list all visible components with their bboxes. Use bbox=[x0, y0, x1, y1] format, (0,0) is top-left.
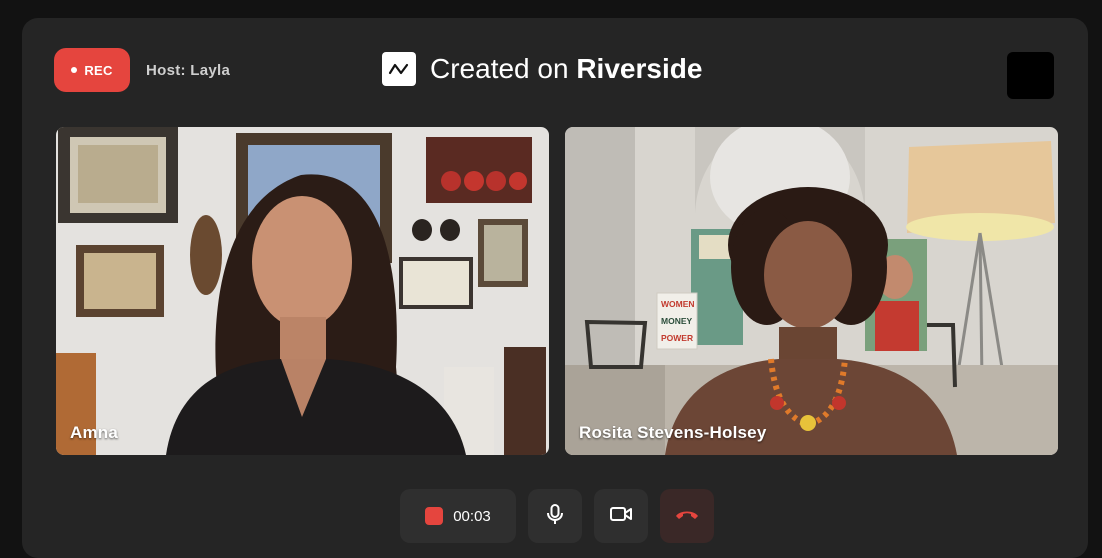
video-feed-amna bbox=[56, 127, 549, 455]
riverside-logo-icon bbox=[382, 52, 416, 86]
video-camera-icon bbox=[609, 505, 633, 528]
participant-name: Rosita Stevens-Holsey bbox=[579, 423, 767, 442]
brand-prefix: Created on bbox=[430, 53, 577, 84]
layout-toggle-button[interactable] bbox=[1007, 52, 1054, 99]
microphone-icon bbox=[545, 503, 565, 530]
record-dot-icon bbox=[71, 67, 78, 73]
brand-watermark: Created on Riverside bbox=[382, 52, 702, 86]
recording-timer-button[interactable]: 00:03 bbox=[400, 489, 516, 543]
video-tile-rosita[interactable]: WOMEN MONEY POWER Rosita Stevens-Holsey bbox=[565, 127, 1058, 455]
recording-badge: REC bbox=[54, 48, 130, 92]
host-label: Host: Layla bbox=[146, 62, 231, 79]
book-title-line: MONEY bbox=[661, 316, 693, 326]
camera-button[interactable] bbox=[594, 489, 648, 543]
microphone-button[interactable] bbox=[528, 489, 582, 543]
brand-name: Riverside bbox=[576, 53, 703, 84]
recording-timer: 00:03 bbox=[453, 507, 491, 525]
rec-label: REC bbox=[84, 62, 113, 78]
book-title-line: POWER bbox=[661, 333, 693, 343]
book-title-line: WOMEN bbox=[661, 299, 695, 309]
call-controls: 00:03 bbox=[400, 489, 714, 543]
participant-name: Amna bbox=[70, 423, 119, 442]
end-call-button[interactable] bbox=[660, 489, 714, 543]
video-feed-rosita: WOMEN MONEY POWER bbox=[565, 127, 1058, 455]
video-tile-amna[interactable]: Amna bbox=[56, 127, 549, 455]
stop-record-icon bbox=[425, 507, 444, 525]
hang-up-icon bbox=[674, 507, 700, 526]
